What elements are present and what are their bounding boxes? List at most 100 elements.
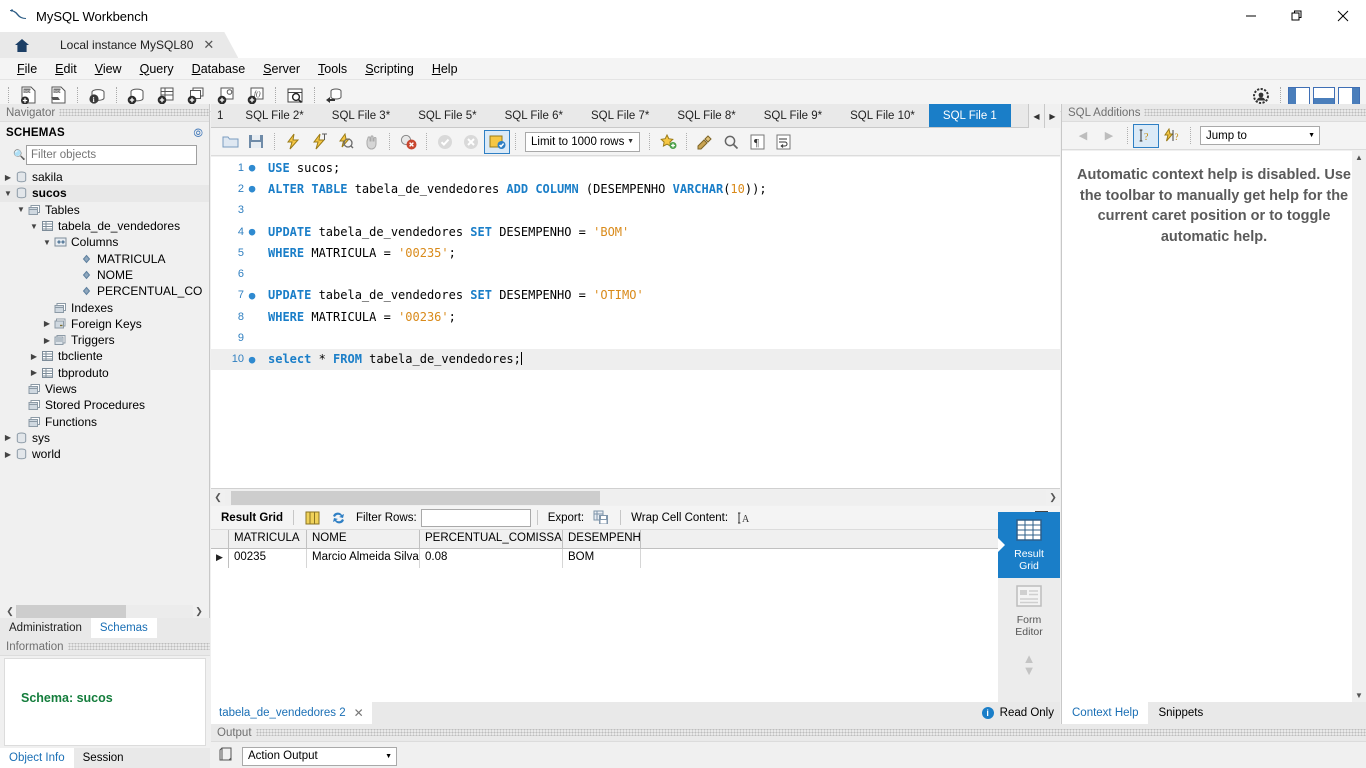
code-line-3[interactable]: 3 [211, 200, 1060, 221]
tree-item-stored-procedures[interactable]: Stored Procedures [0, 397, 209, 413]
toggle-stop-on-error-icon[interactable] [395, 130, 421, 154]
refresh-icon[interactable]: ⦾ [193, 126, 203, 141]
tab-administration[interactable]: Administration [0, 618, 91, 638]
execute-current-statement-icon[interactable] [306, 130, 332, 154]
tree-item-world[interactable]: ▶ world [0, 446, 209, 462]
tree-item-functions[interactable]: Functions [0, 413, 209, 429]
schema-tree[interactable]: ▶ sakila ▼ sucos ▼ Tables ▼ tabela_de_vendedore… [0, 169, 209, 499]
context-help-icon[interactable]: ? [1133, 123, 1159, 148]
code-line-6[interactable]: 6 [211, 263, 1060, 284]
menu-item-tools[interactable]: Tools [309, 60, 356, 78]
save-snippet-icon[interactable] [655, 130, 681, 154]
toggle-sidebar-icon[interactable] [1288, 87, 1310, 105]
jump-to-select[interactable]: Jump to ▼ [1200, 126, 1320, 145]
scroll-right-icon[interactable]: ❯ [193, 606, 205, 617]
expand-arrow-icon[interactable]: ▶ [28, 352, 40, 361]
row-selector[interactable]: ▶ [211, 549, 229, 568]
wrap-cell-icon[interactable]: A [732, 506, 758, 530]
sql-file-tab-7[interactable]: SQL File 9* [750, 104, 836, 127]
menu-item-edit[interactable]: Edit [46, 60, 86, 78]
code-line-1[interactable]: 1 ● USE sucos; [211, 157, 1060, 178]
tab-scroll-left-icon[interactable]: ◀ [1028, 104, 1044, 128]
column-header-nome[interactable]: NOME [307, 530, 420, 548]
table-cell[interactable]: Marcio Almeida Silva [307, 549, 420, 568]
tree-item-sakila[interactable]: ▶ sakila [0, 169, 209, 185]
table-row[interactable]: ▶ 00235 Marcio Almeida Silva 0.08 BOM [211, 549, 1060, 568]
tab-schemas[interactable]: Schemas [90, 618, 157, 638]
scroll-right-icon[interactable]: ❯ [1046, 492, 1060, 503]
column-header-matricula[interactable]: MATRICULA [229, 530, 307, 548]
tab-object-info[interactable]: Object Info [0, 748, 74, 768]
expand-arrow-icon[interactable]: ▶ [41, 319, 53, 328]
code-line-2[interactable]: 2 ● ALTER TABLE tabela_de_vendedores ADD C… [211, 178, 1060, 199]
statement-marker-icon[interactable]: ● [244, 290, 260, 301]
column-header-percentual_comissao[interactable]: PERCENTUAL_COMISSAO [420, 530, 563, 548]
expand-arrow-icon[interactable]: ▶ [28, 368, 40, 377]
sql-file-tab-2[interactable]: SQL File 3* [318, 104, 404, 127]
code-line-9[interactable]: 9 [211, 327, 1060, 348]
tree-item-nome[interactable]: NOME [0, 267, 209, 283]
filter-rows-input[interactable] [420, 508, 531, 527]
beautify-sql-icon[interactable] [692, 130, 718, 154]
scroll-left-icon[interactable]: ❮ [211, 492, 225, 503]
menu-item-server[interactable]: Server [254, 60, 309, 78]
scroll-up-icon[interactable]: ▲ [1352, 151, 1366, 162]
tree-item-matricula[interactable]: MATRICULA [0, 250, 209, 266]
expand-arrow-icon[interactable]: ▼ [28, 222, 40, 231]
explain-icon[interactable] [332, 130, 358, 154]
forward-arrow-icon[interactable]: ▶ [1096, 129, 1122, 142]
tree-item-percentual-co[interactable]: PERCENTUAL_CO [0, 283, 209, 299]
editor-hscrollbar[interactable]: ❮ ❯ [211, 489, 1060, 506]
refresh-icon[interactable] [326, 506, 352, 530]
menu-item-file[interactable]: File [8, 60, 46, 78]
tree-item-views[interactable]: Views [0, 381, 209, 397]
close-icon[interactable] [1320, 0, 1366, 32]
sql-file-tab-0[interactable]: 1 [211, 104, 231, 127]
toggle-output-icon[interactable] [1313, 87, 1335, 105]
tree-item-tbproduto[interactable]: ▶ tbproduto [0, 365, 209, 381]
expand-arrow-icon[interactable]: ▶ [2, 173, 14, 182]
table-cell[interactable]: 00235 [229, 549, 307, 568]
close-icon[interactable]: ✕ [203, 37, 214, 53]
chevron-down-icon[interactable]: ▼ [1023, 664, 1036, 677]
form-editor-button[interactable]: Form Editor [998, 578, 1060, 644]
restore-icon[interactable] [1274, 0, 1320, 32]
tab-snippets[interactable]: Snippets [1148, 702, 1213, 724]
sql-file-tab-9[interactable]: SQL File 1 [928, 104, 1011, 127]
row-limit-select[interactable]: Limit to 1000 rows ▼ [525, 131, 640, 152]
tree-item-sucos[interactable]: ▼ sucos [0, 185, 209, 202]
close-icon[interactable]: ✕ [354, 706, 364, 720]
wrap-lines-icon[interactable] [770, 130, 796, 154]
output-mode-select[interactable]: Action Output ▼ [242, 746, 397, 766]
scroll-track[interactable] [16, 604, 193, 618]
context-help-vscrollbar[interactable]: ▲ ▼ [1352, 151, 1366, 702]
automatic-help-icon[interactable]: ? [1159, 124, 1185, 148]
navigator-hscrollbar[interactable]: ❮ ❯ [4, 604, 205, 618]
sql-file-tab-5[interactable]: SQL File 7* [577, 104, 663, 127]
expand-arrow-icon[interactable]: ▼ [15, 205, 27, 214]
code-line-8[interactable]: 8 WHERE MATRICULA = '00236'; [211, 306, 1060, 327]
tree-item-triggers[interactable]: ▶ Triggers [0, 332, 209, 348]
code-line-10[interactable]: 10 ● select * FROM tabela_de_vendedores; [211, 348, 1060, 370]
tree-item-foreign-keys[interactable]: ▶ Foreign Keys [0, 316, 209, 332]
home-icon[interactable] [0, 32, 44, 58]
instance-tab[interactable]: Local instance MySQL80 ✕ [44, 32, 238, 58]
statement-marker-icon[interactable]: ● [244, 226, 260, 237]
grid-view-icon[interactable] [300, 506, 326, 530]
statement-marker-icon[interactable]: ● [244, 183, 260, 194]
tree-item-columns[interactable]: ▼ Columns [0, 234, 209, 250]
scroll-track[interactable] [225, 490, 1046, 505]
menu-item-query[interactable]: Query [131, 60, 183, 78]
result-tab[interactable]: tabela_de_vendedores 2 ✕ [211, 702, 372, 724]
tab-context-help[interactable]: Context Help [1062, 702, 1149, 724]
menu-item-database[interactable]: Database [183, 60, 255, 78]
menu-item-view[interactable]: View [86, 60, 131, 78]
table-cell[interactable]: 0.08 [420, 549, 563, 568]
autocommit-icon[interactable] [484, 129, 510, 154]
menu-item-scripting[interactable]: Scripting [356, 60, 423, 78]
tab-session[interactable]: Session [74, 748, 133, 768]
expand-arrow-icon[interactable]: ▶ [41, 336, 53, 345]
code-line-5[interactable]: 5 WHERE MATRICULA = '00235'; [211, 242, 1060, 263]
code-line-4[interactable]: 4 ● UPDATE tabela_de_vendedores SET DESEMP… [211, 221, 1060, 242]
search-input[interactable] [31, 149, 196, 161]
